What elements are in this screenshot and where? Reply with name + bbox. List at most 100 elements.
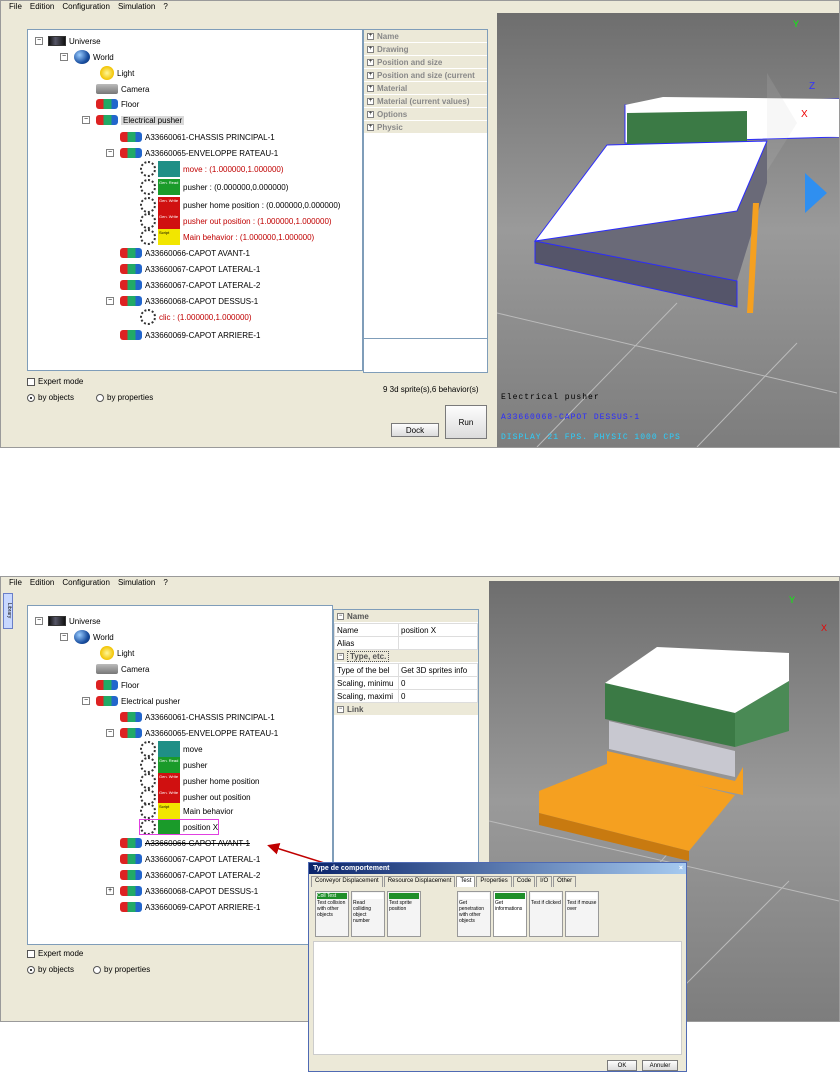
prop-section-link[interactable]: − Link <box>334 703 478 716</box>
properties-panel[interactable]: + Name + Drawing + Position and size + Posit… <box>363 29 488 373</box>
by-objects-radio[interactable]: by objects <box>27 965 74 974</box>
tree-world[interactable]: World <box>74 630 114 644</box>
prop-section-position-current[interactable]: + Position and size (current <box>364 69 487 82</box>
tree-capot-arriere[interactable]: A33660069-CAPOT ARRIERE-1 <box>120 900 260 914</box>
tree-chassis[interactable]: A33660061-CHASSIS PRINCIPAL-1 <box>120 130 275 144</box>
tile-test-clicked[interactable]: Test if clicked <box>529 891 563 937</box>
prop-row-scaling-min[interactable]: Scaling, minimu 0 <box>334 676 478 690</box>
tree-floor[interactable]: Floor <box>96 97 139 111</box>
tree-capot-avant[interactable]: A33660066-CAPOT AVANT-1 <box>120 836 250 850</box>
tab-resource[interactable]: Resource Displacement <box>383 876 456 887</box>
cancel-button[interactable]: Annuler <box>642 1060 678 1071</box>
prop-value[interactable] <box>398 636 478 650</box>
prop-section-position[interactable]: + Position and size <box>364 56 487 69</box>
tree-light[interactable]: Light <box>100 646 134 660</box>
prop-row-alias[interactable]: Alias <box>334 636 478 650</box>
prop-section-type[interactable]: − Type, etc. <box>334 650 478 663</box>
tree-capot-avant[interactable]: A33660066-CAPOT AVANT-1 <box>120 246 250 260</box>
tree-capot-arriere[interactable]: A33660069-CAPOT ARRIERE-1 <box>120 328 260 342</box>
tile-get-penetration[interactable]: Get penetration with other objects <box>457 891 491 937</box>
tree-electrical-pusher[interactable]: Electrical pusher <box>96 113 185 127</box>
tile-test-mouse-over[interactable]: Test if mouse over <box>565 891 599 937</box>
by-objects-radio[interactable]: by objects <box>27 393 74 402</box>
tree-capot-lateral-1[interactable]: A33660067-CAPOT LATERAL-1 <box>120 852 260 866</box>
tree-capot-lateral-2[interactable]: A33660067-CAPOT LATERAL-2 <box>120 278 260 292</box>
prop-section-options[interactable]: + Options <box>364 108 487 121</box>
menu-edition[interactable]: Edition <box>26 1 58 13</box>
tree-universe[interactable]: Universe <box>48 34 101 48</box>
collapse-icon[interactable]: − <box>106 729 114 737</box>
prop-section-material[interactable]: + Material <box>364 82 487 95</box>
tree-floor[interactable]: Floor <box>96 678 139 692</box>
tree-enveloppe[interactable]: A33660065-ENVELOPPE RATEAU-1 <box>120 146 278 160</box>
menu-configuration[interactable]: Configuration <box>58 577 114 589</box>
menu-simulation[interactable]: Simulation <box>114 1 159 13</box>
tree-universe[interactable]: Universe <box>48 614 101 628</box>
menu-file[interactable]: File <box>5 577 26 589</box>
collapse-icon[interactable]: − <box>60 53 68 61</box>
behavior-move[interactable]: move <box>140 741 203 757</box>
expand-icon[interactable]: + <box>106 887 114 895</box>
tab-properties[interactable]: Properties <box>476 876 512 887</box>
tree-camera[interactable]: Camera <box>96 662 149 676</box>
behavior-main[interactable]: Script Main behavior : (1.000000,1.000000… <box>140 229 314 245</box>
tree-capot-dessus[interactable]: A33660068-CAPOT DESSUS-1 <box>120 294 258 308</box>
tile-test-collision[interactable]: Coll Test Test collision with other objec… <box>315 891 349 937</box>
menu-simulation[interactable]: Simulation <box>114 577 159 589</box>
collapse-icon[interactable]: − <box>35 37 43 45</box>
behavior-pusher-out[interactable]: Gen. Write pusher out position <box>140 789 251 805</box>
tree-capot-dessus[interactable]: A33660068-CAPOT DESSUS-1 <box>120 884 258 898</box>
tab-other[interactable]: Other <box>553 876 577 887</box>
scene-tree[interactable]: − Universe − World Light Camera Floor − … <box>27 29 363 371</box>
dock-button[interactable]: Dock <box>391 423 439 437</box>
behavior-position-x[interactable]: position X <box>138 819 220 835</box>
collapse-icon[interactable]: − <box>82 697 90 705</box>
collapse-icon[interactable]: − <box>106 149 114 157</box>
by-properties-radio[interactable]: by properties <box>96 393 153 402</box>
tile-test-sprite-position[interactable]: Test sprite position <box>387 891 421 937</box>
expert-mode-checkbox[interactable]: Expert mode <box>27 377 83 386</box>
prop-section-name[interactable]: + Name <box>364 30 487 43</box>
menu-file[interactable]: File <box>5 1 26 13</box>
behavior-main[interactable]: Script Main behavior <box>140 803 233 819</box>
menu-help[interactable]: ? <box>159 1 171 13</box>
prop-row-name[interactable]: Name position X <box>334 623 478 637</box>
by-properties-radio[interactable]: by properties <box>93 965 150 974</box>
prop-value[interactable]: 0 <box>398 689 478 703</box>
tab-io[interactable]: I/O <box>536 876 553 887</box>
behavior-pusher-home[interactable]: Gen. Write pusher home position <box>140 773 260 789</box>
prop-row-scaling-max[interactable]: Scaling, maximi 0 <box>334 689 478 703</box>
behavior-pusher[interactable]: Gen. Read pusher <box>140 757 207 773</box>
prop-section-physic[interactable]: + Physic <box>364 121 487 134</box>
prop-section-drawing[interactable]: + Drawing <box>364 43 487 56</box>
prop-value[interactable]: 0 <box>398 676 478 690</box>
run-button[interactable]: Run <box>445 405 487 439</box>
prop-row-type[interactable]: Type of the bel Get 3D sprites info <box>334 663 478 677</box>
ok-button[interactable]: OK <box>607 1060 637 1071</box>
tree-chassis[interactable]: A33660061-CHASSIS PRINCIPAL-1 <box>120 710 275 724</box>
behavior-pusher-out[interactable]: Gen. Write pusher out position : (1.00000… <box>140 213 332 229</box>
expert-mode-checkbox[interactable]: Expert mode <box>27 949 83 958</box>
tree-camera[interactable]: Camera <box>96 82 149 96</box>
prop-section-name[interactable]: − Name <box>334 610 478 623</box>
tab-code[interactable]: Code <box>512 876 536 887</box>
tile-read-colliding[interactable]: Read colliding object number <box>351 891 385 937</box>
tile-get-informations[interactable]: Get informations <box>493 891 527 937</box>
tab-conveyor[interactable]: Conveyor Displacement <box>311 876 383 887</box>
behavior-move[interactable]: move : (1.000000,1.000000) <box>140 161 284 177</box>
collapse-icon[interactable]: − <box>106 297 114 305</box>
tree-capot-lateral-2[interactable]: A33660067-CAPOT LATERAL-2 <box>120 868 260 882</box>
tab-test[interactable]: Test <box>456 876 476 887</box>
tree-capot-lateral-1[interactable]: A33660067-CAPOT LATERAL-1 <box>120 262 260 276</box>
collapse-icon[interactable]: − <box>60 633 68 641</box>
close-icon[interactable]: × <box>679 863 683 874</box>
menu-help[interactable]: ? <box>159 577 171 589</box>
prop-value[interactable]: position X <box>398 623 478 637</box>
tree-enveloppe[interactable]: A33660065-ENVELOPPE RATEAU-1 <box>120 726 278 740</box>
library-side-tab[interactable]: Library <box>3 593 13 629</box>
prop-value[interactable]: Get 3D sprites info <box>398 663 478 677</box>
menu-configuration[interactable]: Configuration <box>58 1 114 13</box>
behavior-pusher[interactable]: Gen. Read pusher : (0.000000,0.000000) <box>140 179 288 195</box>
menu-edition[interactable]: Edition <box>26 577 58 589</box>
tree-world[interactable]: World <box>74 50 114 64</box>
